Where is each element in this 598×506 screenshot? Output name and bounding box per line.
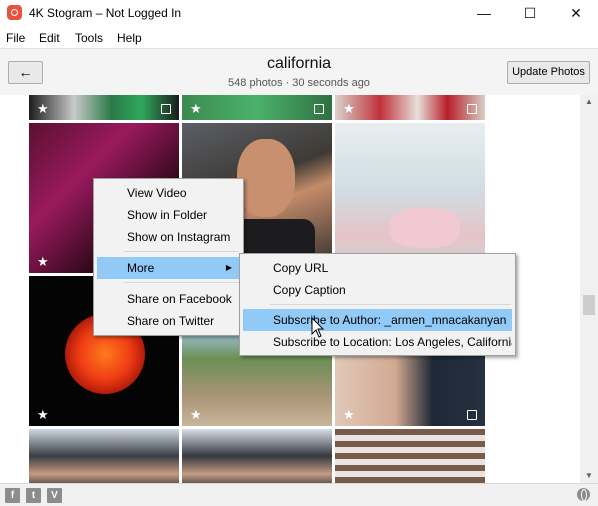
minimize-button[interactable]: — <box>461 0 507 26</box>
gallery-icon <box>467 104 477 114</box>
title-bar: 4K Stogram – Not Logged In — ☐ ✕ <box>0 0 598 26</box>
twitter-icon[interactable]: t <box>26 488 41 503</box>
baby-shape <box>390 208 460 248</box>
face-shape <box>237 139 295 217</box>
context-menu: View Video Show in Folder Show on Instag… <box>93 178 244 336</box>
update-photos-button[interactable]: Update Photos <box>507 61 590 84</box>
star-icon[interactable]: ★ <box>190 408 202 421</box>
menu-item-share-twitter[interactable]: Share on Twitter <box>97 310 240 332</box>
maximize-button[interactable]: ☐ <box>507 0 553 26</box>
menu-item-copy-caption[interactable]: Copy Caption <box>243 279 512 301</box>
photo-thumbnail[interactable] <box>335 429 485 483</box>
menu-item-show-in-folder[interactable]: Show in Folder <box>97 204 240 226</box>
menu-tools[interactable]: Tools <box>75 31 103 45</box>
scroll-thumb[interactable] <box>583 295 595 315</box>
scroll-down-icon[interactable]: ▼ <box>580 469 598 483</box>
submenu: Copy URL Copy Caption Subscribe to Autho… <box>239 253 516 356</box>
mouse-cursor-icon <box>311 317 325 338</box>
window-title: 4K Stogram – Not Logged In <box>29 6 182 20</box>
menu-item-subscribe-author[interactable]: Subscribe to Author: _armen_mnacakanyan <box>243 309 512 331</box>
menu-separator <box>124 282 239 283</box>
menu-separator <box>124 251 239 252</box>
menu-item-more-label: More <box>127 261 155 275</box>
menu-item-share-facebook[interactable]: Share on Facebook <box>97 288 240 310</box>
menu-item-show-on-instagram[interactable]: Show on Instagram <box>97 226 240 248</box>
menu-item-view-video[interactable]: View Video <box>97 182 240 204</box>
photo-thumbnail[interactable] <box>182 429 332 483</box>
star-icon[interactable]: ★ <box>37 255 49 268</box>
globe-icon[interactable] <box>577 488 590 501</box>
star-icon[interactable]: ★ <box>343 408 355 421</box>
photo-thumbnail[interactable]: ★ <box>335 95 485 120</box>
star-icon[interactable]: ★ <box>343 102 355 115</box>
facebook-icon[interactable]: f <box>5 488 20 503</box>
star-icon[interactable]: ★ <box>190 102 202 115</box>
vimeo-icon[interactable]: V <box>47 488 62 503</box>
photo-thumbnail[interactable]: ★ <box>29 95 179 120</box>
gallery-icon <box>467 410 477 420</box>
scroll-up-icon[interactable]: ▲ <box>580 95 598 109</box>
menu-bar: File Edit Tools Help <box>0 30 598 48</box>
star-icon[interactable]: ★ <box>37 102 49 115</box>
menu-item-more[interactable]: More ▶ <box>97 257 240 279</box>
menu-item-subscribe-location[interactable]: Subscribe to Location: Los Angeles, Cali… <box>243 331 512 353</box>
footer-bar: f t V <box>0 483 598 506</box>
vertical-scrollbar[interactable]: ▲ ▼ <box>580 95 598 483</box>
photo-thumbnail[interactable] <box>29 429 179 483</box>
menu-item-copy-url[interactable]: Copy URL <box>243 257 512 279</box>
photo-thumbnail[interactable] <box>335 123 485 273</box>
gallery-icon <box>314 104 324 114</box>
close-button[interactable]: ✕ <box>553 0 598 26</box>
menu-edit[interactable]: Edit <box>39 31 60 45</box>
submenu-arrow-icon: ▶ <box>225 263 232 272</box>
star-icon[interactable]: ★ <box>37 408 49 421</box>
photo-thumbnail[interactable]: ★ <box>182 95 332 120</box>
app-logo-icon <box>7 5 22 20</box>
menu-separator <box>270 304 511 305</box>
gallery-icon <box>161 104 171 114</box>
header: ← california 548 photos · 30 seconds ago… <box>0 48 598 96</box>
menu-file[interactable]: File <box>6 31 25 45</box>
menu-help[interactable]: Help <box>117 31 142 45</box>
